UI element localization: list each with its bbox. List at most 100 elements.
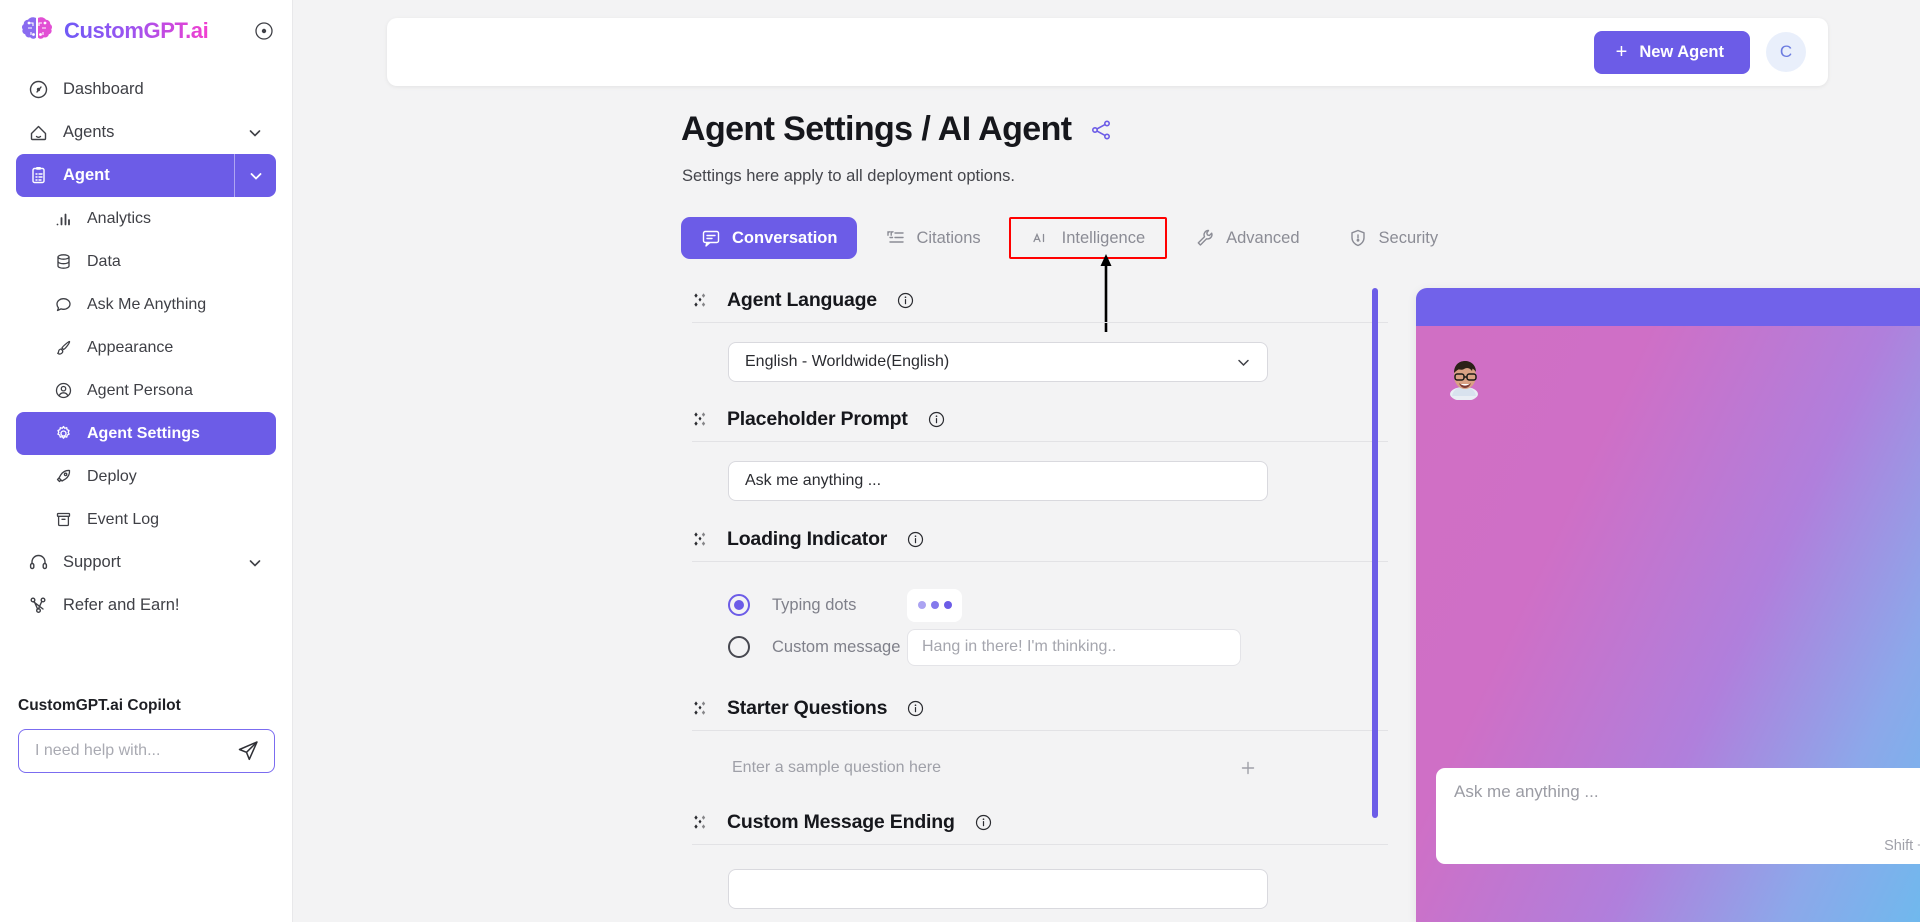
- sidebar: CustomGPT.ai Dashboard Agents Agent Anal…: [0, 0, 293, 922]
- tab-advanced[interactable]: Advanced: [1175, 217, 1319, 259]
- chevron-down-icon[interactable]: [246, 554, 264, 572]
- sidebar-item-refer-and-earn[interactable]: Refer and Earn!: [16, 584, 276, 627]
- divider: [692, 844, 1388, 845]
- archive-icon: [54, 510, 73, 529]
- plus-icon[interactable]: [1239, 759, 1257, 777]
- tab-label: Security: [1378, 228, 1439, 247]
- drag-handle-icon[interactable]: [692, 700, 710, 718]
- sidebar-nav: Dashboard Agents Agent Analytics Data As…: [0, 62, 292, 627]
- drag-handle-icon[interactable]: [692, 411, 710, 429]
- settings-scrollbar[interactable]: [1372, 288, 1378, 818]
- sidebar-item-label: Deploy: [87, 467, 137, 485]
- tab-label: Conversation: [732, 228, 838, 247]
- setting-starter-questions-header: Starter Questions: [688, 690, 1388, 728]
- info-icon[interactable]: [907, 700, 924, 717]
- sidebar-item-appearance[interactable]: Appearance: [16, 326, 276, 369]
- drag-handle-icon[interactable]: [692, 814, 710, 832]
- sidebar-item-label: Agent Settings: [87, 424, 200, 442]
- copilot-title: CustomGPT.ai Copilot: [18, 697, 181, 714]
- tab-citations[interactable]: Citations: [865, 217, 1000, 259]
- chat-preview-input[interactable]: Ask me anything ... Shift + Enter to add…: [1436, 768, 1920, 864]
- dot: [917, 601, 926, 609]
- agent-language-select[interactable]: English - Worldwide(English): [728, 342, 1268, 382]
- ai-icon: [1031, 228, 1051, 248]
- chat-preview-header: [1416, 288, 1920, 326]
- option-label: Custom message: [772, 637, 901, 656]
- paintbrush-icon: [54, 338, 73, 357]
- sidebar-agent-expand-button[interactable]: [234, 154, 276, 197]
- sidebar-item-agent-persona[interactable]: Agent Persona: [16, 369, 276, 412]
- info-icon[interactable]: [975, 814, 992, 831]
- sidebar-item-ask-me-anything[interactable]: Ask Me Anything: [16, 283, 276, 326]
- sidebar-item-support[interactable]: Support: [16, 541, 276, 584]
- typing-dots-preview: [907, 588, 962, 622]
- sidebar-item-analytics[interactable]: Analytics: [16, 197, 276, 240]
- share-icon[interactable]: [1089, 118, 1113, 142]
- placeholder-prompt-input[interactable]: Ask me anything ...: [728, 461, 1268, 501]
- chat-input-hint: Shift + Enter to add a new line: [1884, 838, 1920, 854]
- user-avatar[interactable]: C: [1766, 32, 1806, 72]
- speech-box-icon: [701, 228, 721, 248]
- setting-label: Placeholder Prompt: [727, 408, 908, 430]
- option-label: Typing dots: [772, 595, 857, 614]
- sidebar-item-event-log[interactable]: Event Log: [16, 498, 276, 541]
- chevron-down-icon[interactable]: [246, 124, 264, 142]
- custom-message-placeholder: Hang in there! I'm thinking..: [922, 638, 1117, 655]
- starter-question-placeholder: Enter a sample question here: [732, 759, 942, 776]
- sidebar-item-dashboard[interactable]: Dashboard: [16, 68, 276, 111]
- sidebar-item-deploy[interactable]: Deploy: [16, 455, 276, 498]
- setting-label: Custom Message Ending: [727, 811, 955, 833]
- sidebar-item-label: Ask Me Anything: [87, 295, 207, 313]
- sidebar-item-agents[interactable]: Agents: [16, 111, 276, 154]
- sidebar-item-label: Refer and Earn!: [63, 596, 180, 614]
- send-plane-icon[interactable]: [236, 739, 260, 763]
- copilot-section: CustomGPT.ai Copilot I need help with...: [0, 697, 293, 773]
- custom-message-input[interactable]: Hang in there! I'm thinking..: [907, 628, 1241, 666]
- divider: [692, 730, 1388, 731]
- app-root: CustomGPT.ai Dashboard Agents Agent Anal…: [0, 0, 1920, 922]
- share-nodes-icon: [28, 595, 49, 616]
- top-bar-card: + New Agent C: [387, 18, 1828, 86]
- sidebar-item-agent-settings[interactable]: Agent Settings: [16, 412, 276, 455]
- info-icon[interactable]: [928, 411, 945, 428]
- chevron-down-icon: [1238, 359, 1249, 366]
- info-icon[interactable]: [907, 531, 924, 548]
- starter-question-row[interactable]: Enter a sample question here: [732, 750, 1257, 786]
- sidebar-item-data[interactable]: Data: [16, 240, 276, 283]
- drag-handle-icon[interactable]: [692, 292, 710, 310]
- option-typing-dots[interactable]: Typing dots: [728, 584, 1388, 626]
- option-custom-message[interactable]: Custom message Hang in there! I'm thinki…: [728, 626, 1388, 668]
- user-circle-icon: [54, 381, 73, 400]
- clipboard-icon: [28, 165, 49, 186]
- drag-handle-icon[interactable]: [692, 531, 710, 549]
- setting-label: Agent Language: [727, 289, 877, 311]
- chat-input-placeholder: Ask me anything ...: [1454, 782, 1599, 801]
- setting-custom-message-ending-header: Custom Message Ending: [688, 804, 1388, 842]
- headset-icon: [28, 552, 49, 573]
- brand-name: CustomGPT.ai: [64, 18, 209, 43]
- sidebar-item-label: Event Log: [87, 510, 160, 528]
- sidebar-item-label: Dashboard: [63, 80, 144, 98]
- collapse-circle-icon[interactable]: [254, 21, 274, 41]
- custom-message-ending-input[interactable]: [728, 869, 1268, 909]
- sidebar-item-label: Agents: [63, 123, 115, 141]
- tab-conversation[interactable]: Conversation: [681, 217, 858, 259]
- setting-agent-language-header: Agent Language: [688, 282, 1388, 320]
- page-title-text: Agent Settings / AI Agent: [681, 110, 1072, 148]
- chevron-down-icon: [250, 172, 261, 180]
- dot: [943, 601, 952, 609]
- tab-security[interactable]: Security: [1328, 217, 1459, 259]
- sidebar-item-label: Support: [63, 553, 121, 571]
- setting-placeholder-prompt-header: Placeholder Prompt: [688, 401, 1388, 439]
- sidebar-item-agent[interactable]: Agent: [16, 154, 276, 197]
- radio-typing-dots[interactable]: [728, 594, 750, 616]
- conversation-settings-panel: Agent Language English - Worldwide(Engli…: [688, 282, 1388, 922]
- copilot-input[interactable]: I need help with...: [18, 729, 275, 773]
- placeholder-prompt-value: Ask me anything ...: [745, 472, 882, 489]
- rocket-icon: [54, 467, 73, 486]
- info-icon[interactable]: [897, 292, 914, 309]
- loading-indicator-options: Typing dots Custom message Hang in there…: [728, 584, 1388, 668]
- radio-custom-message[interactable]: [728, 636, 750, 658]
- tab-intelligence[interactable]: Intelligence: [1008, 217, 1168, 259]
- new-agent-button[interactable]: + New Agent: [1593, 30, 1750, 74]
